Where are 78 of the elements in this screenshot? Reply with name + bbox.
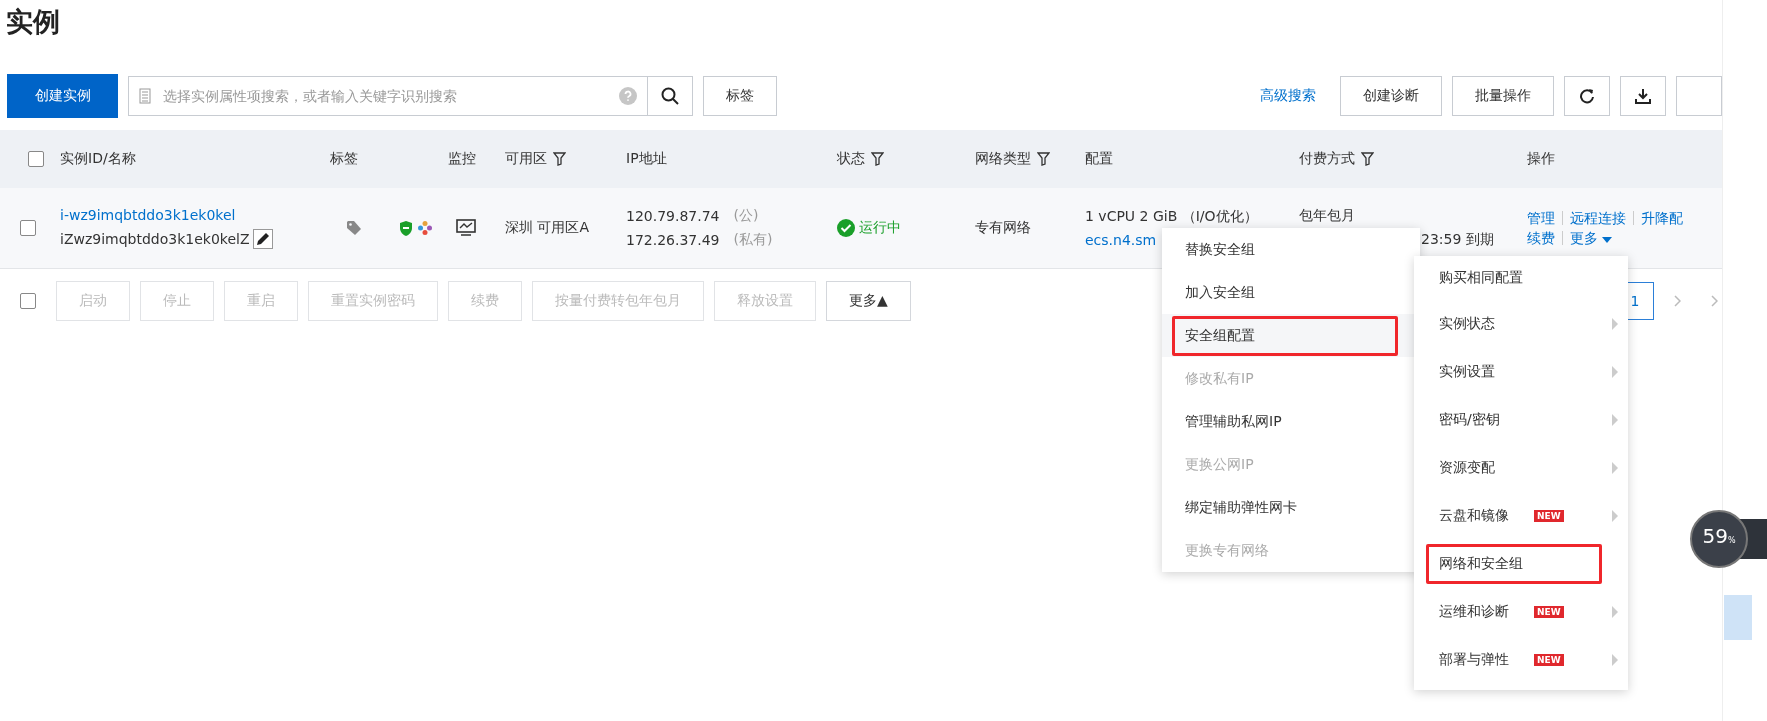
last-page-icon (1711, 295, 1718, 307)
menu-item[interactable]: 资源变配 (1426, 448, 1508, 488)
menu-item[interactable]: 部署与弹性 (1426, 640, 1522, 680)
menu-item[interactable]: 安全组配置 (1172, 315, 1398, 356)
filter-icon[interactable] (553, 152, 566, 166)
network-type: 专有网络 (975, 219, 1032, 237)
menu-item[interactable]: 网络和安全组 (1426, 544, 1602, 584)
edit-button[interactable] (252, 229, 273, 249)
new-badge: NEW (1534, 654, 1564, 666)
caret-icon (1602, 237, 1613, 243)
filter-icon[interactable] (871, 152, 884, 166)
action-link[interactable]: 更多 (1562, 231, 1620, 245)
menu-item[interactable]: 购买相同配置 (1426, 258, 1536, 298)
menu-item[interactable]: 实例设置 (1426, 352, 1508, 392)
column-header: 操作 (1527, 150, 1555, 168)
search-button[interactable] (648, 76, 693, 116)
menu-item[interactable]: 加入安全组 (1172, 272, 1268, 313)
row-checkbox[interactable] (20, 220, 36, 236)
toolbar-button[interactable]: 批量操作 (1452, 76, 1554, 116)
page-title: 实例 (5, 5, 61, 39)
ip-type: (公) (733, 207, 759, 225)
menu-item[interactable]: 密码/密钥 (1426, 400, 1513, 440)
download-icon (1635, 88, 1651, 104)
new-badge: NEW (1534, 606, 1564, 618)
monitor-icon[interactable] (456, 219, 476, 237)
next-page-icon (1674, 295, 1681, 307)
zone-text: 深圳 可用区A (505, 219, 591, 237)
action-link[interactable]: 管理 (1527, 211, 1562, 225)
column-header: 状态 (837, 150, 865, 168)
config-text: 1 vCPU 2 GiB （I/O优化） (1085, 208, 1259, 226)
instance-name: iZwz9imqbtddo3k1ek0kelZ (60, 231, 250, 247)
column-header: 网络类型 (975, 150, 1031, 168)
expiry-text: 23:59 到期 (1421, 231, 1495, 249)
refresh-icon (1579, 88, 1595, 104)
ip-address: 120.79.87.74 (626, 208, 720, 224)
select-all-checkbox[interactable] (28, 151, 44, 167)
filter-icon[interactable] (1361, 152, 1374, 166)
menu-item[interactable]: 替换安全组 (1172, 229, 1268, 270)
download-button[interactable] (1620, 76, 1666, 116)
action-link[interactable]: 续费 (1527, 231, 1562, 245)
shield-icon[interactable] (397, 219, 414, 237)
column-header: 标签 (330, 150, 358, 168)
action-link[interactable]: 升降配 (1633, 211, 1690, 225)
check-circle-icon (837, 219, 855, 237)
search-box[interactable]: 选择实例属性项搜索，或者输入关键字识别搜索 (128, 76, 648, 116)
ip-address: 172.26.37.49 (626, 232, 720, 248)
flower-icon[interactable] (416, 220, 433, 236)
column-header: 配置 (1085, 150, 1113, 168)
filter-icon[interactable] (1037, 152, 1050, 166)
create-instance-button[interactable]: 创建实例 (7, 74, 118, 118)
new-badge: NEW (1534, 510, 1564, 522)
tag-button[interactable]: 标签 (703, 76, 777, 116)
column-header: 付费方式 (1299, 150, 1355, 168)
refresh-button[interactable] (1564, 76, 1610, 116)
menu-item[interactable]: 运维和诊断 (1426, 592, 1522, 632)
column-header: IP地址 (626, 150, 667, 168)
side-panel-block (1724, 595, 1752, 640)
action-link[interactable]: 远程连接 (1562, 211, 1633, 225)
tag-icon[interactable] (345, 220, 362, 236)
usage-gauge[interactable]: 59% (1690, 510, 1748, 568)
menu-item[interactable]: 云盘和镜像 (1426, 496, 1522, 536)
batch-button[interactable]: 更多▲ (826, 281, 911, 321)
billing-text: 包年包月 (1299, 207, 1356, 225)
pencil-icon (254, 231, 271, 247)
instance-id-link[interactable]: i-wz9imqbtddo3k1ek0kel (60, 207, 322, 223)
menu-item[interactable]: 绑定辅助弹性网卡 (1172, 487, 1310, 528)
status-text: 运行中 (859, 219, 901, 237)
column-header: 监控 (448, 150, 476, 168)
batch-checkbox[interactable] (20, 293, 36, 309)
column-header: 实例ID/名称 (60, 150, 136, 168)
menu-item[interactable]: 实例状态 (1426, 304, 1508, 344)
advanced-search-link[interactable]: 高级搜索 (1260, 87, 1316, 105)
menu-item[interactable]: 管理辅助私网IP (1172, 401, 1295, 442)
toolbar-button[interactable]: 创建诊断 (1340, 76, 1442, 116)
filter-list-icon (139, 88, 151, 104)
search-icon (661, 87, 679, 105)
ip-type: (私有) (733, 231, 773, 249)
column-header: 可用区 (505, 150, 547, 168)
